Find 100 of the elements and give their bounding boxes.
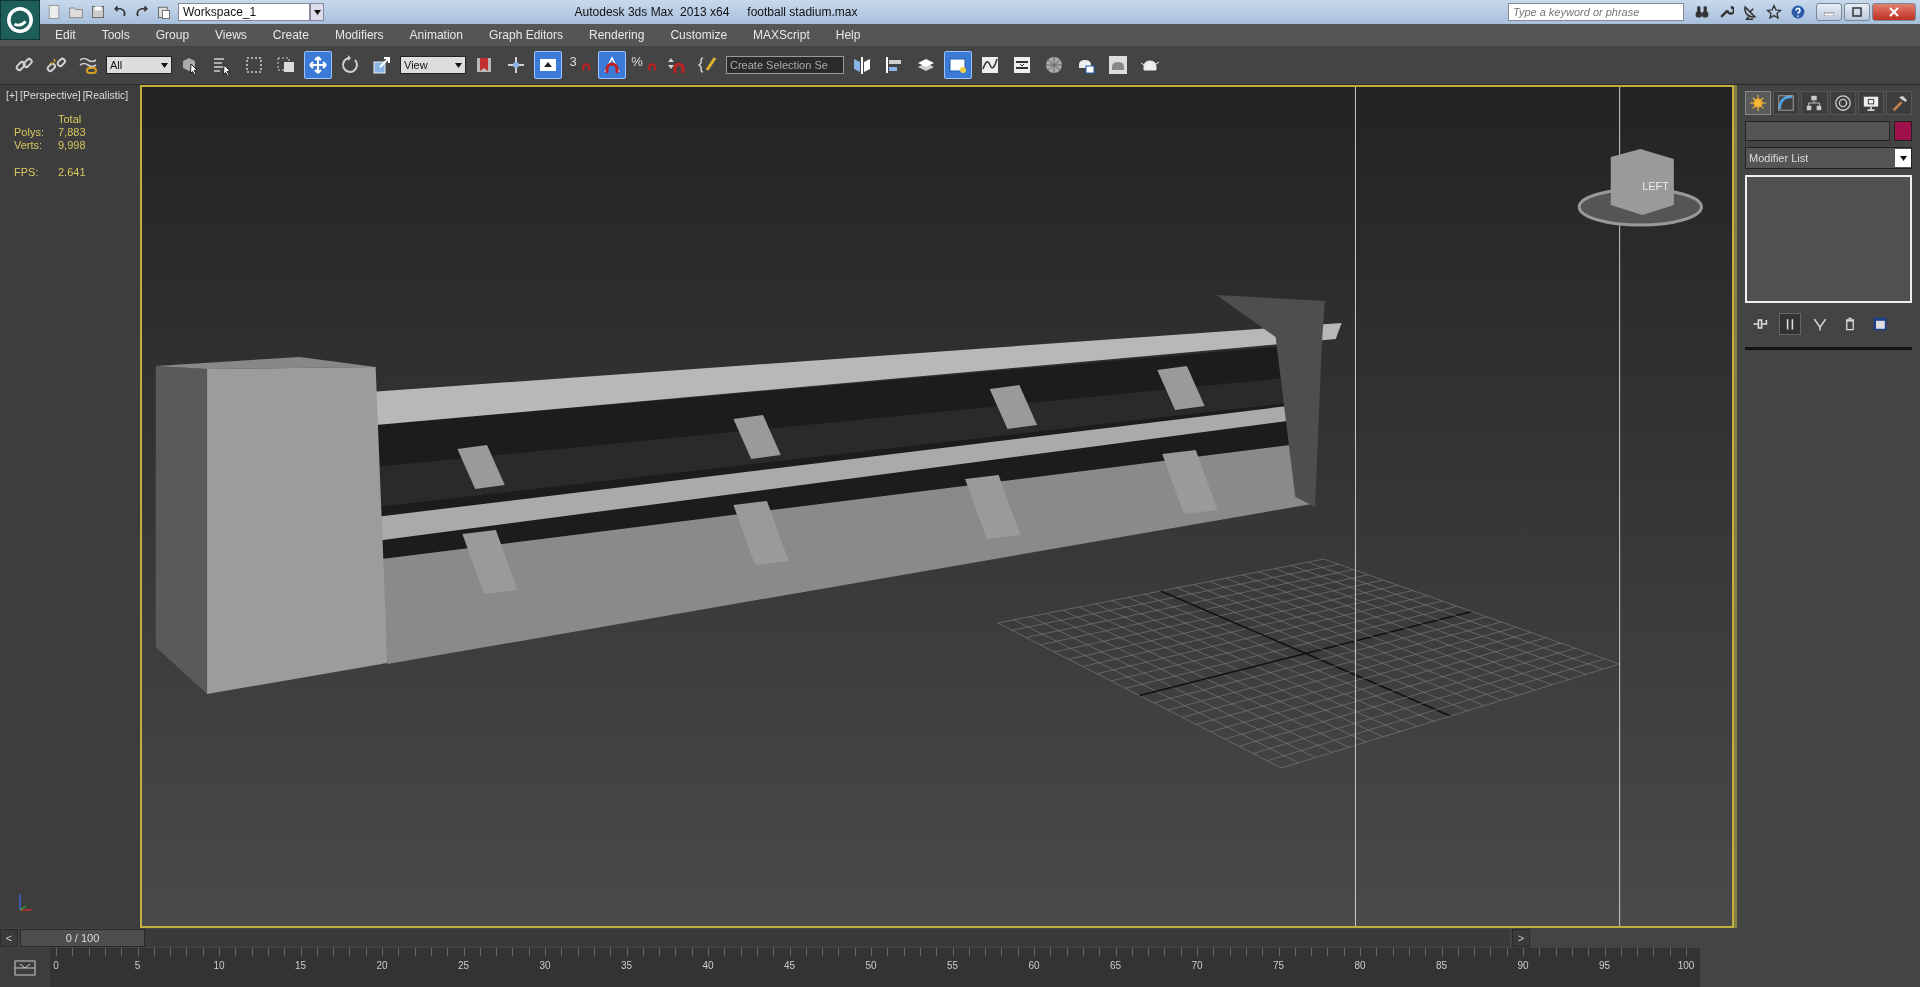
folder-list-icon xyxy=(156,4,172,20)
frame-number: 20 xyxy=(376,960,388,971)
viewport-label[interactable]: [Perspective] xyxy=(19,89,81,101)
checkered-sphere-icon xyxy=(1044,55,1064,75)
help-icon xyxy=(1790,4,1806,20)
menu-item[interactable]: Graph Editors xyxy=(475,28,576,42)
caret-icon xyxy=(313,9,321,15)
toolbar-button[interactable]: % xyxy=(630,51,658,79)
menu-item[interactable]: Group xyxy=(142,28,203,42)
frame-number: 30 xyxy=(539,960,551,971)
stack-button[interactable] xyxy=(1779,313,1801,335)
wave-chain-icon xyxy=(78,55,98,75)
app-logo-icon[interactable] xyxy=(0,0,40,40)
menu-item[interactable]: Edit xyxy=(42,28,89,42)
menu-item[interactable]: Help xyxy=(822,28,874,42)
cube-cursor-icon xyxy=(180,55,200,75)
fps-value: 2.641 xyxy=(58,166,87,178)
fps-label: FPS: xyxy=(14,166,40,178)
monitor-icon xyxy=(1861,94,1880,112)
menu-item[interactable]: Tools xyxy=(88,28,143,42)
panel-tab[interactable] xyxy=(1773,91,1800,115)
quick-access-button[interactable] xyxy=(90,4,106,20)
dropdown[interactable]: All xyxy=(106,56,172,74)
schematic-icon xyxy=(1012,55,1032,75)
color-swatch[interactable] xyxy=(1894,121,1912,141)
stat-value: 9,998 xyxy=(58,139,87,151)
menu-item[interactable]: Views xyxy=(202,28,260,42)
window-title: Autodesk 3ds Max 2013 x64 xyxy=(574,5,730,19)
modifier-stack-list[interactable] xyxy=(1745,175,1912,303)
track-bar-icon[interactable] xyxy=(14,959,36,976)
restore-icon xyxy=(1852,7,1862,17)
viewport-label[interactable]: [+] xyxy=(6,89,18,101)
viewport-label[interactable]: [Realistic] xyxy=(82,89,129,101)
frame-number: 45 xyxy=(783,960,796,971)
menu-item[interactable]: Animation xyxy=(396,28,476,42)
info-button[interactable] xyxy=(1694,4,1710,20)
info-button[interactable] xyxy=(1790,4,1806,20)
close-icon xyxy=(1889,7,1899,17)
quick-access-button[interactable] xyxy=(156,4,172,20)
panel-tab[interactable] xyxy=(1745,91,1772,115)
minimize-button[interactable] xyxy=(1816,3,1842,21)
hierarchy-icon xyxy=(1805,94,1824,112)
stats-header: Total xyxy=(58,113,83,125)
menu-item[interactable]: Modifiers xyxy=(321,28,397,42)
viewcube-face-label: LEFT xyxy=(1642,179,1669,192)
frame-number: 10 xyxy=(213,960,225,971)
name-field[interactable] xyxy=(1745,121,1890,141)
panel-tab[interactable] xyxy=(1801,91,1828,115)
sparkle-icon xyxy=(1749,94,1768,112)
info-button[interactable] xyxy=(1766,4,1782,20)
overlapping-squares-icon xyxy=(276,55,296,75)
align-bars-icon xyxy=(884,55,904,75)
panel-tab[interactable] xyxy=(1885,91,1913,115)
restore-button[interactable] xyxy=(1844,3,1870,21)
timeline-ruler[interactable]: 0 5 10 15 20 25 30 35 40 45 50 55 60 65 70 75 80 85 90 95 100 xyxy=(50,948,1700,987)
frame-number: 100 xyxy=(1677,960,1695,971)
star-icon xyxy=(1766,4,1782,20)
frame-number: 75 xyxy=(1272,960,1285,971)
next-frame-button[interactable]: > xyxy=(1512,929,1530,947)
menu-item[interactable]: Customize xyxy=(657,28,741,42)
frame-number: 40 xyxy=(702,960,714,971)
modifier-list-dropdown[interactable]: Modifier List xyxy=(1745,147,1912,169)
folder-icon xyxy=(68,4,84,20)
pivot-icon xyxy=(474,55,494,75)
folder-bulb-icon xyxy=(948,55,968,75)
file-name: football stadium.max xyxy=(747,5,858,19)
caret-icon xyxy=(1899,155,1907,161)
curve-handle-icon xyxy=(1777,94,1796,112)
frame-number: 95 xyxy=(1598,960,1611,971)
window-grid-icon xyxy=(1872,316,1888,332)
menu-item[interactable]: Create xyxy=(259,28,322,42)
info-button[interactable] xyxy=(1742,4,1758,20)
frame-number: 90 xyxy=(1517,960,1529,971)
time-slider-thumb[interactable]: 0 / 100 xyxy=(20,929,145,947)
frame-number: 15 xyxy=(294,960,307,971)
pin-icon xyxy=(1752,316,1768,332)
toolbar-button[interactable] xyxy=(534,51,562,79)
menu-item[interactable]: MAXScript xyxy=(740,28,823,42)
dropdown[interactable]: View xyxy=(400,56,466,74)
frame-number: 60 xyxy=(1028,960,1040,971)
binoculars-icon xyxy=(1694,4,1710,20)
selection-set-field[interactable]: Create Selection Se xyxy=(726,56,844,74)
caret-icon xyxy=(455,62,462,68)
previous-frame-button[interactable]: < xyxy=(0,929,18,947)
search-field[interactable]: Type a keyword or phrase xyxy=(1508,3,1684,21)
time-slider-track[interactable]: 0 / 100 xyxy=(20,929,1510,947)
frame-number: 70 xyxy=(1191,960,1203,971)
toolbar-button[interactable]: 3 xyxy=(566,51,594,79)
toolbar-button[interactable] xyxy=(944,51,972,79)
stat-value: 7,883 xyxy=(58,126,87,138)
dashed-rectangle-icon xyxy=(244,55,264,75)
panel-tab[interactable] xyxy=(1829,91,1856,115)
concentric-circles-icon xyxy=(1833,94,1852,112)
close-button[interactable] xyxy=(1872,3,1916,21)
workspace-dropdown[interactable]: Workspace_1 xyxy=(178,3,310,21)
angle-magnet-icon xyxy=(602,55,622,75)
panel-tab[interactable] xyxy=(1857,91,1884,115)
frame-number: 55 xyxy=(946,960,959,971)
dropdown-button[interactable] xyxy=(310,3,324,21)
menu-item[interactable]: Rendering xyxy=(576,28,658,42)
